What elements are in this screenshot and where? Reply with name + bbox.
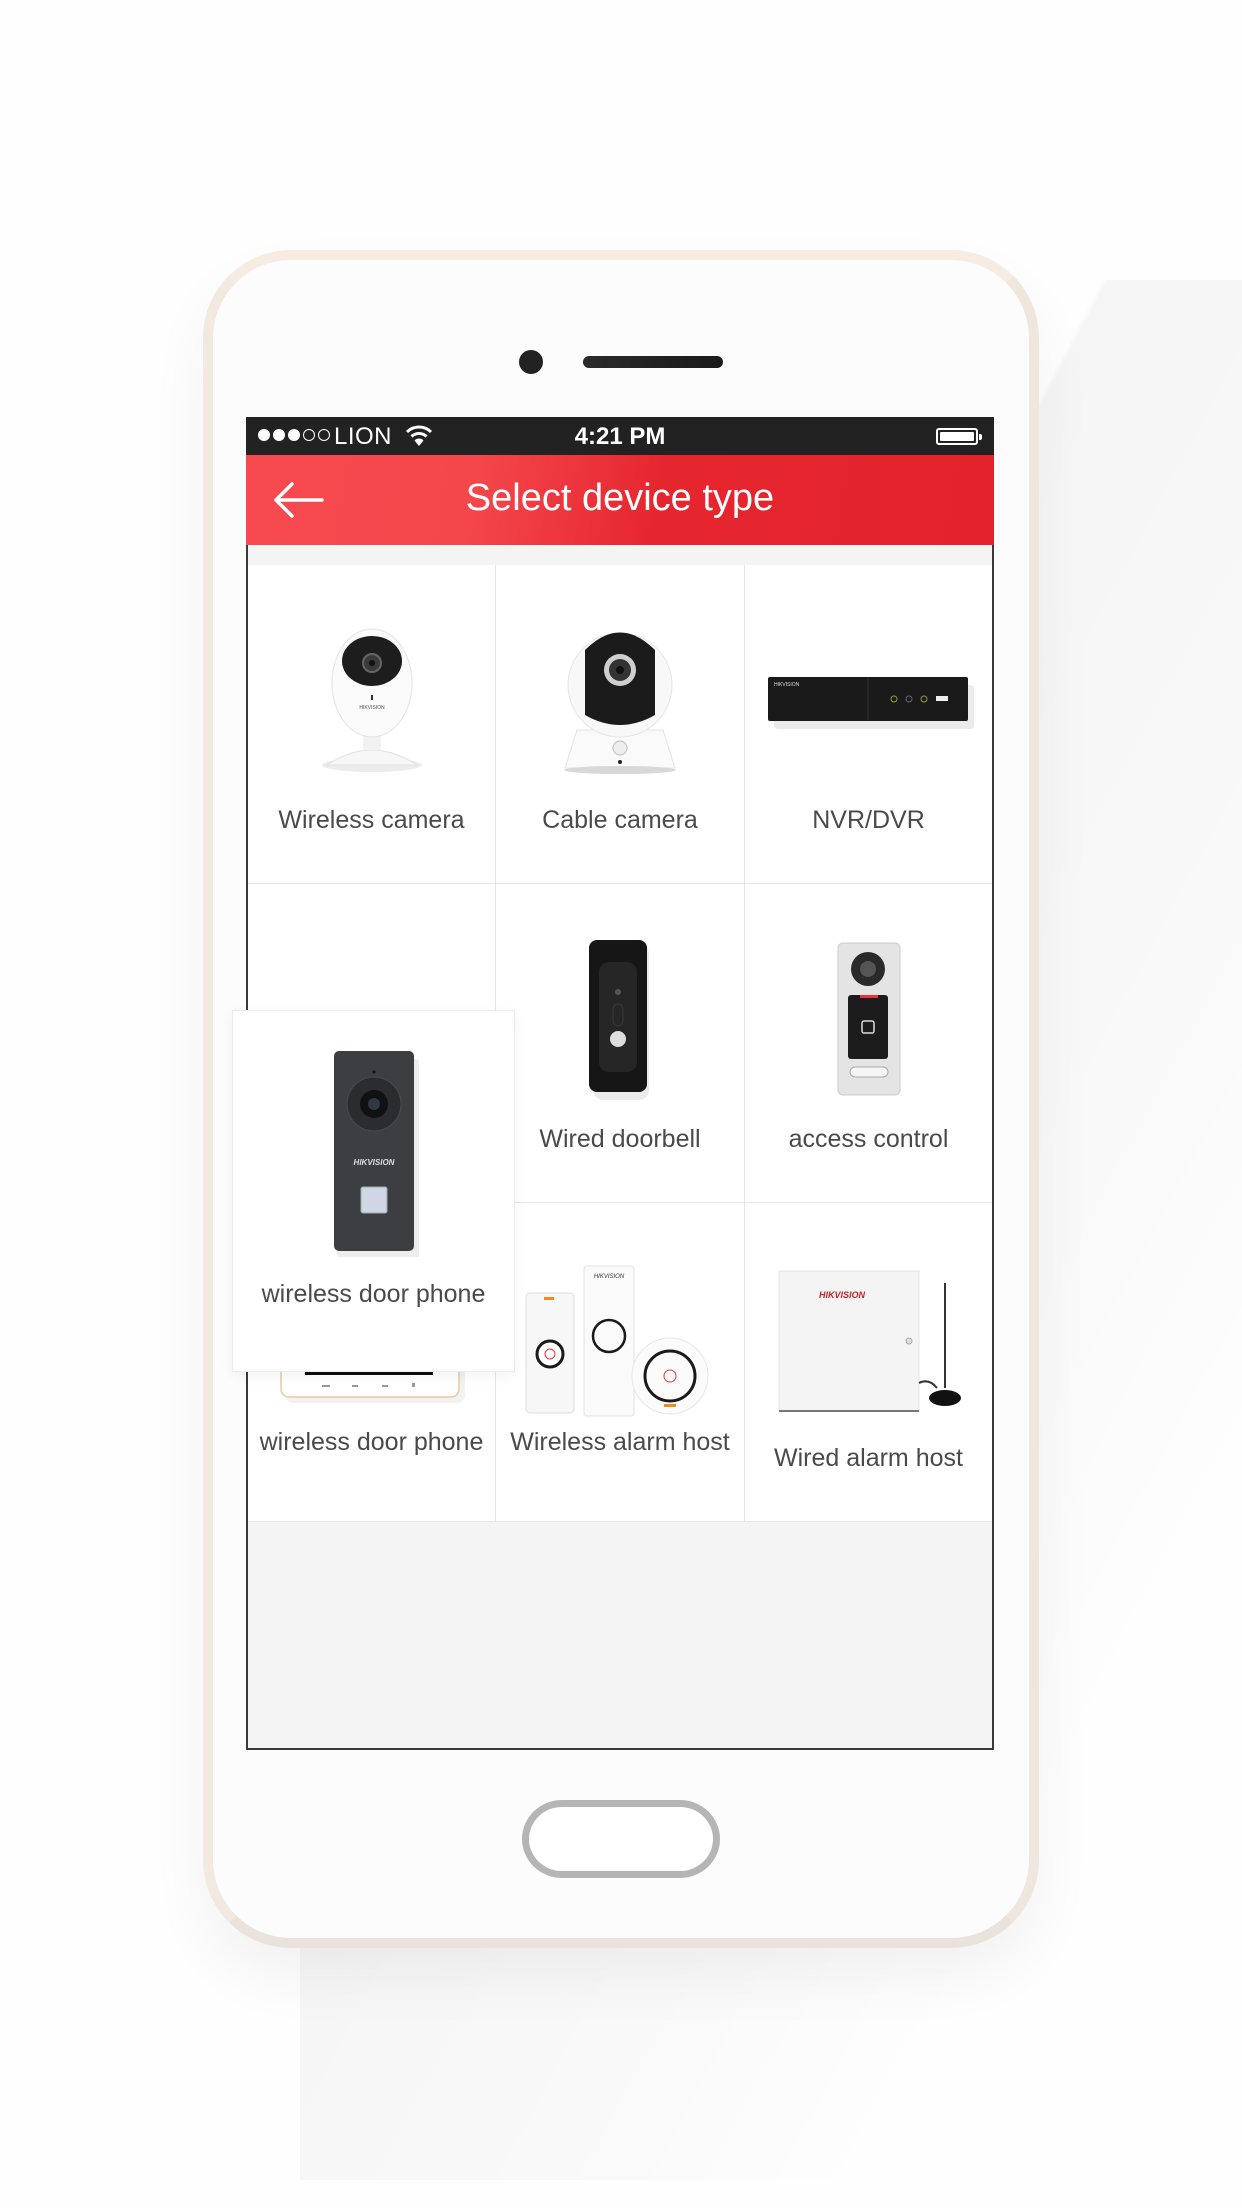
device-label: Cable camera: [542, 806, 698, 834]
front-camera: [519, 350, 543, 374]
device-item-wired-alarm-host[interactable]: HIKVISION Wired alarm host: [745, 1203, 992, 1522]
svg-text:HIKVISION: HIKVISION: [353, 1158, 394, 1167]
device-label: wireless door phone: [261, 1280, 486, 1308]
device-label: NVR/DVR: [812, 806, 925, 834]
status-time: 4:21 PM: [574, 423, 666, 450]
device-item-nvr-dvr[interactable]: HIKVISION NVR/DVR: [745, 565, 992, 884]
page-title: Select device type: [465, 477, 775, 519]
battery-icon: [936, 428, 982, 445]
svg-text:HIKVISION: HIKVISION: [819, 1290, 866, 1300]
device-item-access-control[interactable]: access control: [745, 884, 992, 1203]
device-item-wireless-alarm-host[interactable]: HIKVISION Wireless alarm host: [496, 1203, 745, 1522]
access-control-image: [837, 942, 900, 1096]
device-item-wireless-door-phone[interactable]: HIKVISION wireless door phone: [233, 1011, 514, 1371]
device-item-cable-camera[interactable]: Cable camera: [496, 565, 745, 884]
status-bar: LION 4:21 PM: [246, 417, 994, 455]
device-item-wireless-camera[interactable]: HIKVISION Wireless camera: [248, 565, 496, 884]
wireless-camera-image: HIKVISION: [321, 628, 422, 772]
device-type-grid: HIKVISION Wireless camera Cable camera H…: [233, 565, 992, 1522]
app-header: Select device type: [246, 455, 994, 545]
device-label: access control: [788, 1125, 949, 1153]
nvr-dvr-image: HIKVISION: [767, 677, 974, 729]
svg-text:HIKVISION: HIKVISION: [594, 1274, 625, 1280]
wireless-alarm-host-image: HIKVISION: [525, 1265, 709, 1417]
svg-text:HIKVISION: HIKVISION: [774, 682, 800, 688]
earpiece-speaker: [583, 356, 723, 368]
wireless-doorbell-image: HIKVISION: [333, 1051, 419, 1257]
phone-screen: LION 4:21 PM Select device type HIKVISIO…: [233, 417, 994, 1750]
device-label: Wired doorbell: [539, 1125, 701, 1153]
device-label: Wired alarm host: [774, 1444, 963, 1472]
home-button[interactable]: [522, 1800, 720, 1878]
device-label: Wireless alarm host: [510, 1428, 730, 1456]
svg-text:HIKVISION: HIKVISION: [359, 705, 385, 711]
wired-doorbell-image: [589, 940, 649, 1100]
cable-camera-image: [564, 632, 676, 774]
device-label: wireless door phone: [259, 1428, 484, 1456]
wired-alarm-host-image: HIKVISION: [778, 1270, 961, 1412]
device-item-wired-doorbell[interactable]: Wired doorbell: [496, 884, 745, 1203]
device-label: Wireless camera: [278, 806, 465, 834]
